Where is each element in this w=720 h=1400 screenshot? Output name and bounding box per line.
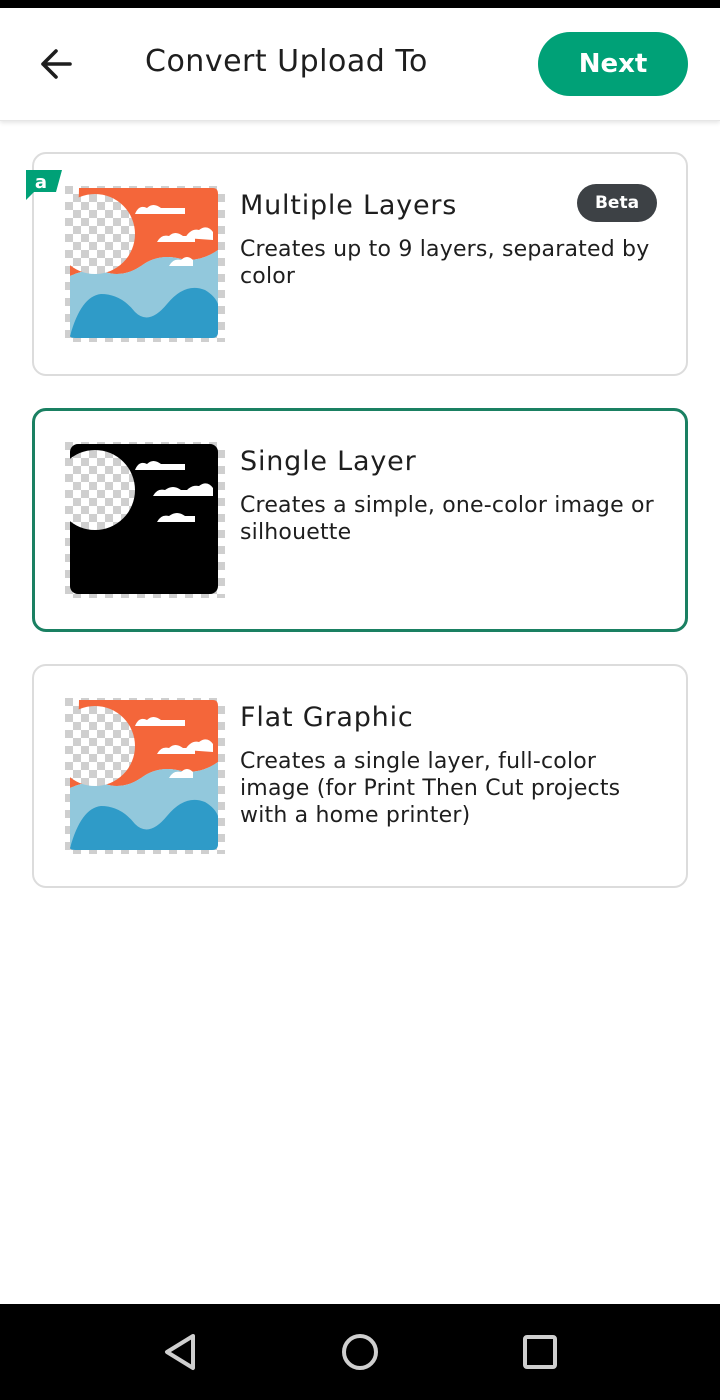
back-button[interactable] [24, 32, 88, 96]
option-description: Creates a simple, one-color image or sil… [240, 493, 654, 545]
circle-home-icon [342, 1334, 378, 1370]
option-title: Multiple Layers [240, 190, 458, 221]
app-header: Convert Upload To Next [0, 8, 720, 121]
status-bar [0, 0, 720, 8]
option-description: Creates up to 9 layers, separated by col… [240, 237, 650, 289]
triangle-back-icon [165, 1334, 195, 1370]
accessibility-tag-icon: a [26, 170, 62, 200]
system-back-button[interactable] [156, 1328, 204, 1376]
next-button[interactable]: Next [538, 32, 688, 96]
silhouette-preview-image [65, 442, 225, 598]
system-recents-button[interactable] [516, 1328, 564, 1376]
system-nav-bar [0, 1304, 720, 1400]
arrow-left-icon [41, 49, 72, 79]
svg-text:a: a [35, 172, 47, 193]
square-recents-icon [523, 1335, 557, 1369]
option-flat-graphic[interactable]: Flat Graphic Creates a single layer, ful… [32, 664, 688, 888]
option-multiple-layers[interactable]: Multiple Layers Beta Creates up to 9 lay… [32, 152, 688, 376]
option-description: Creates a single layer, full-color image… [240, 749, 621, 828]
option-single-layer[interactable]: Single Layer Creates a simple, one-color… [32, 408, 688, 632]
beta-badge: Beta [577, 184, 657, 222]
color-preview-image [65, 698, 225, 854]
option-title: Flat Graphic [240, 702, 414, 733]
system-home-button[interactable] [336, 1328, 384, 1376]
color-preview-image [65, 186, 225, 342]
page-title: Convert Upload To [145, 44, 428, 79]
option-title: Single Layer [240, 446, 417, 477]
